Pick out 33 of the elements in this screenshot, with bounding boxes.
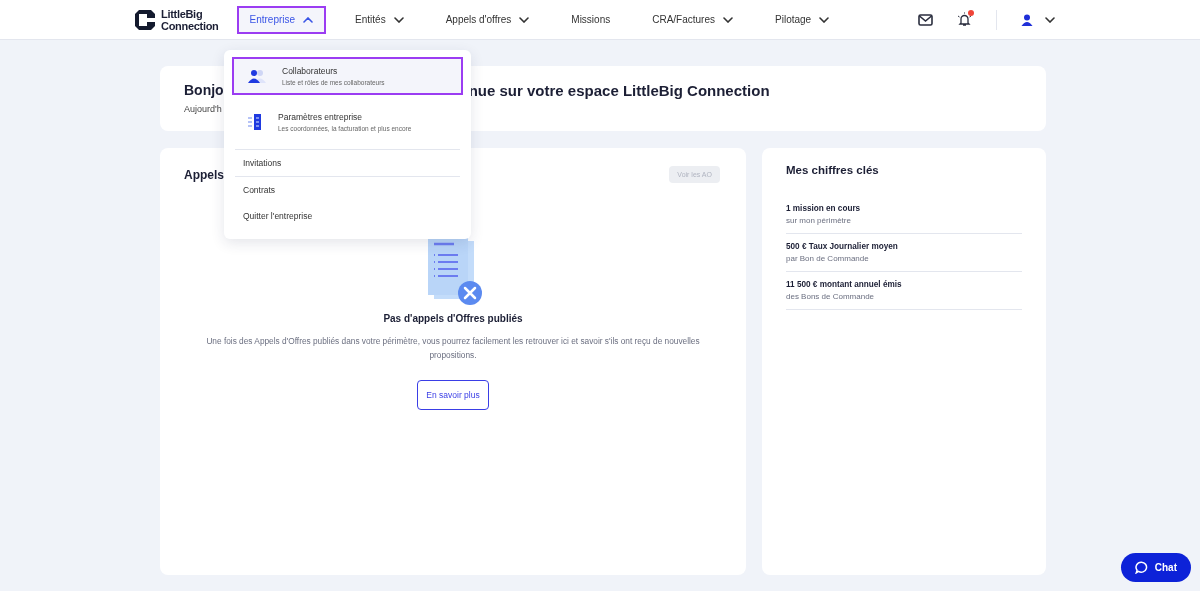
empty-title: Pas d'appels d'Offres publiés — [383, 313, 523, 324]
logo-icon — [135, 9, 155, 30]
user-menu[interactable] — [1021, 13, 1055, 26]
document-icon — [246, 113, 264, 131]
figure-caption: par Bon de Commande — [786, 254, 870, 263]
card-title: Mes chiffres clés — [786, 164, 880, 176]
empty-text: Une fois des Appels d'Offres publiés dans votre périmètre, vous pourrez facilement les retrouver ici et savoir s'ils ont reçu de nouvelles propositions. — [205, 335, 701, 362]
figure-caption: des Bons de Commande — [786, 292, 876, 301]
mail-icon[interactable] — [918, 13, 933, 26]
nav-item[interactable]: Entités — [342, 5, 417, 34]
figure-value: 500 € Taux Journalier moyen — [786, 242, 899, 251]
user-icon — [1021, 13, 1033, 26]
nav-item[interactable]: Missions — [558, 5, 624, 34]
card-title: Appels — [184, 167, 224, 182]
chat-bubble-icon — [1134, 561, 1148, 574]
menu-item[interactable]: Quitter l'entreprise — [232, 203, 463, 229]
greeting-title: Bonjo — [184, 82, 224, 100]
figure-caption: sur mon périmètre — [786, 216, 852, 225]
greeting-subtitle: Aujourd'h — [184, 104, 223, 114]
learn-more-button[interactable]: En savoir plus — [417, 380, 489, 410]
menu-item[interactable]: Contrats — [232, 177, 463, 203]
nav-item[interactable]: Appels d'offres — [432, 5, 543, 34]
figure-value: 1 mission en cours — [786, 204, 862, 213]
caret-icon — [1045, 16, 1055, 23]
logo-text: LittleBig Connection — [161, 7, 219, 32]
nav-item[interactable]: CRA/Factures — [639, 5, 746, 34]
menu-item[interactable]: Invitations — [232, 150, 463, 176]
nav-item[interactable]: Pilotage — [762, 5, 843, 34]
nav-item[interactable]: Entreprise — [236, 5, 327, 34]
bell-icon[interactable] — [957, 12, 972, 27]
chat-button[interactable]: Chat — [1120, 553, 1191, 582]
people-icon — [246, 68, 268, 84]
figure-value: 11 500 € montant annuel émis — [786, 280, 903, 289]
